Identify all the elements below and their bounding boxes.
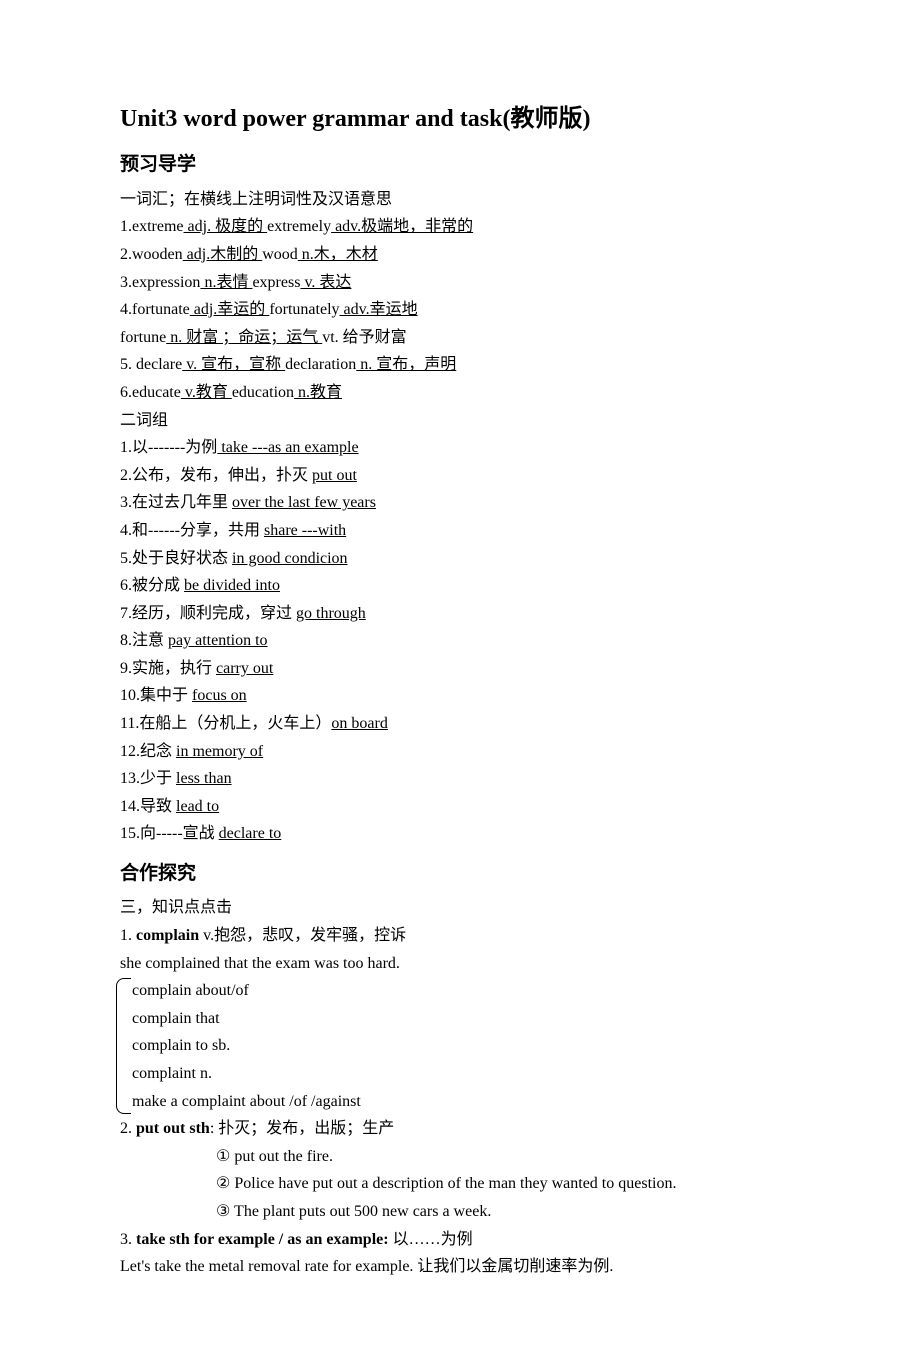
phrase-item: 6.被分成 be divided into [120, 573, 800, 599]
phrase-item: 14.导致 lead to [120, 794, 800, 820]
phrase-item: 1.以-------为例 take ---as an example [120, 435, 800, 461]
section-heading-preview: 预习导学 [120, 150, 800, 180]
phrase-item: 7.经历，顺利完成，穿过 go through [120, 601, 800, 627]
phrase-item: 8.注意 pay attention to [120, 628, 800, 654]
knowledge-2-header: 2. put out sth: 扑灭；发布，出版；生产 [120, 1116, 800, 1142]
knowledge-intro: 三，知识点点击 [120, 895, 800, 921]
phrase-item: 10.集中于 focus on [120, 683, 800, 709]
phrase-item: 9.实施，执行 carry out [120, 656, 800, 682]
phrase-item: 11.在船上（分机上，火车上）on board [120, 711, 800, 737]
vocab-item: 2.wooden adj.木制的 wood n.木，木材 [120, 242, 800, 268]
vocab-item: 5. declare v. 宣布，宣称 declaration n. 宣布，声明 [120, 352, 800, 378]
vocab-item: 3.expression n.表情 express v. 表达 [120, 270, 800, 296]
phrase-item: 15.向-----宣战 declare to [120, 821, 800, 847]
brace-line: make a complaint about /of /against [132, 1089, 800, 1115]
section-heading-coop: 合作探究 [120, 859, 800, 889]
brace-line: complain that [132, 1006, 800, 1032]
phrase-item: 12.纪念 in memory of [120, 739, 800, 765]
page-title: Unit3 word power grammar and task(教师版) [120, 100, 800, 138]
vocab-item: 1.extreme adj. 极度的 extremely adv.极端地，非常的 [120, 214, 800, 240]
knowledge-1-header: 1. complain v.抱怨，悲叹，发牢骚，控诉 [120, 923, 800, 949]
vocab-intro: 一词汇；在横线上注明词性及汉语意思 [120, 187, 800, 213]
knowledge-2-ex2: ② Police have put out a description of t… [120, 1171, 800, 1197]
vocab-item: 4.fortunate adj.幸运的 fortunately adv.幸运地 [120, 297, 800, 323]
knowledge-3-ex: Let's take the metal removal rate for ex… [120, 1254, 800, 1280]
left-brace-icon [116, 978, 131, 1114]
brace-group: complain about/of complain that complain… [120, 978, 800, 1114]
phrase-item: 5.处于良好状态 in good condicion [120, 546, 800, 572]
vocab-item: 6.educate v.教育 education n.教育 [120, 380, 800, 406]
knowledge-2-ex3: ③ The plant puts out 500 new cars a week… [120, 1199, 800, 1225]
knowledge-1-example: she complained that the exam was too har… [120, 951, 800, 977]
vocab-item-sub: fortune n. 财富 ；命运；运气 vt. 给予财富 [120, 325, 800, 351]
brace-line: complain to sb. [132, 1033, 800, 1059]
knowledge-3-header: 3. take sth for example / as an example:… [120, 1227, 800, 1253]
phrase-item: 2.公布，发布，伸出，扑灭 put out [120, 463, 800, 489]
knowledge-2-ex1: ① put out the fire. [120, 1144, 800, 1170]
brace-line: complain about/of [132, 978, 800, 1004]
phrase-item: 4.和------分享，共用 share ---with [120, 518, 800, 544]
phrase-item: 13.少于 less than [120, 766, 800, 792]
phrase-item: 3.在过去几年里 over the last few years [120, 490, 800, 516]
phrase-intro: 二词组 [120, 408, 800, 434]
brace-line: complaint n. [132, 1061, 800, 1087]
